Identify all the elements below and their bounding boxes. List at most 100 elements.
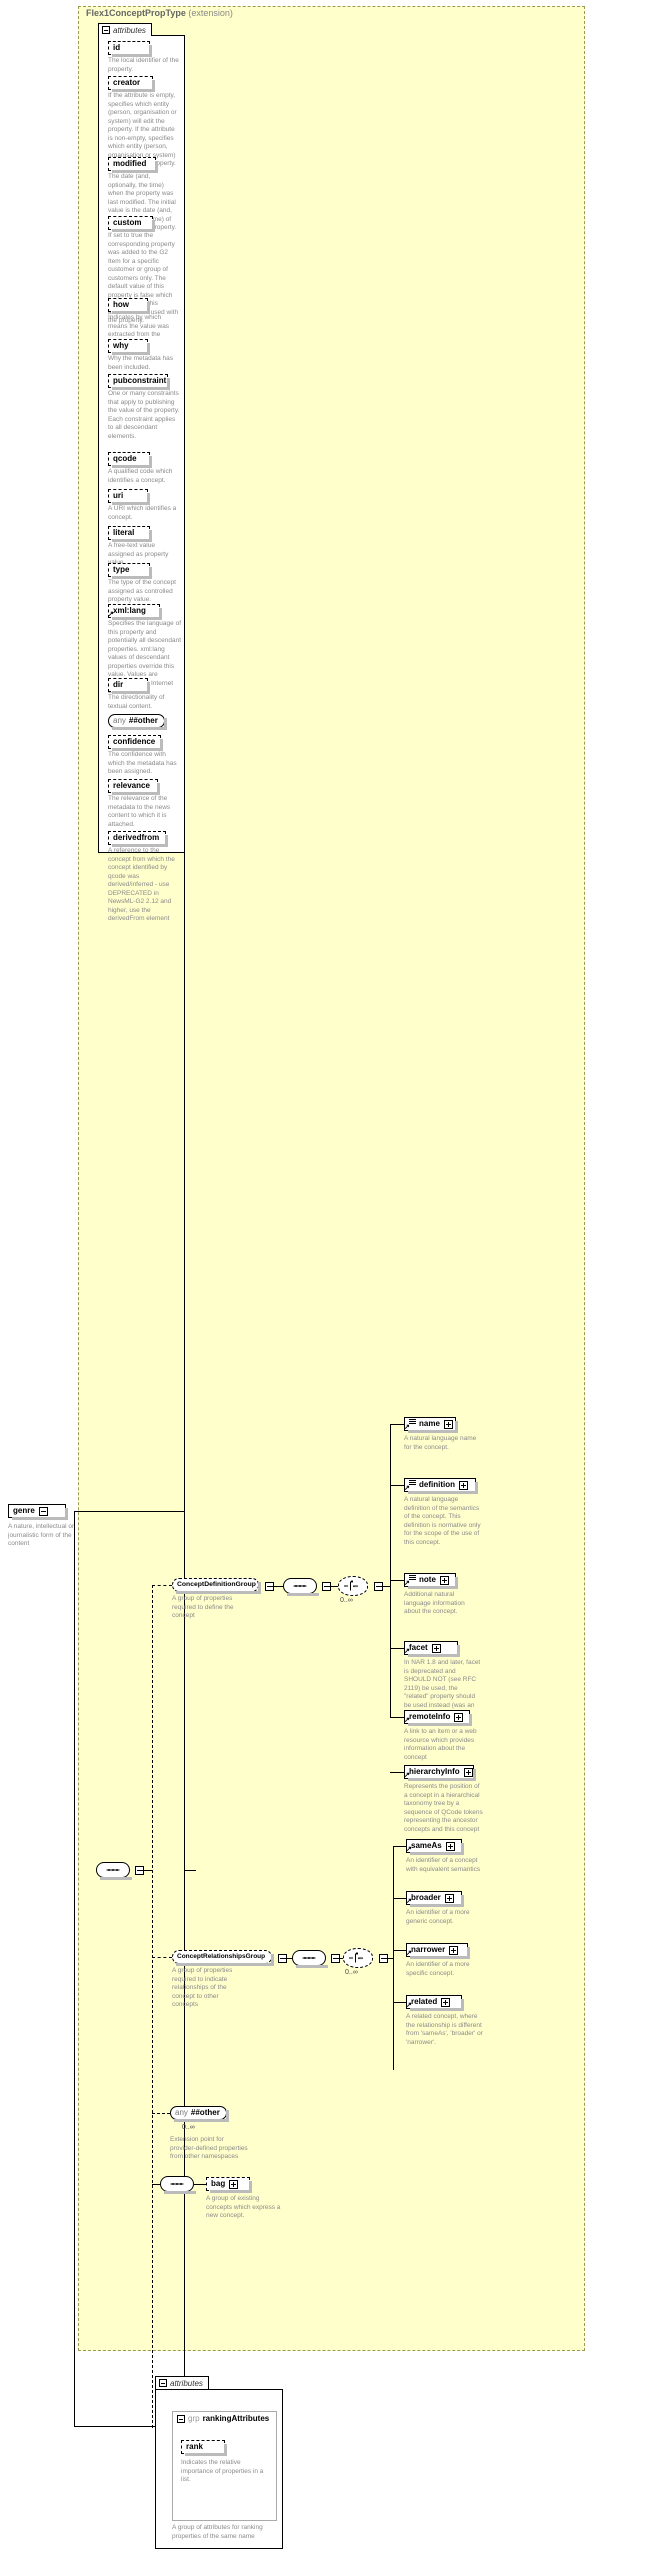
attribute-node-why[interactable]: why (108, 339, 150, 355)
ranking-attributes-tab-label: attributes (170, 2378, 203, 2388)
attribute-node-xml-lang[interactable]: ↗ xml:lang (108, 604, 162, 620)
sequence-compositor-root[interactable] (96, 1862, 132, 1880)
expand-toggle-note[interactable] (439, 1575, 449, 1585)
element-node-related[interactable]: ↗ related (406, 1995, 464, 2011)
element-node-facet[interactable]: ↗ facet (404, 1641, 460, 1657)
group-label: ConceptDefinitionGroup (177, 1580, 256, 1588)
attribute-node-how[interactable]: how (108, 298, 150, 314)
collapse-minus-icon[interactable] (159, 2379, 167, 2387)
element-node-remoteinfo[interactable]: ↗ remoteInfo (404, 1710, 472, 1726)
attribute-node-custom[interactable]: custom (108, 216, 155, 232)
connector-to-remoteinfo (390, 1717, 404, 1718)
element-desc-name: A natural language name for the concept. (404, 1435, 477, 1451)
attribute-label: id (113, 43, 121, 52)
attribute-desc-pubconstraint: One or many constraints that apply to pu… (108, 390, 180, 440)
attribute-node-id[interactable]: id (108, 41, 152, 57)
attribute-label: derivedfrom (113, 833, 160, 842)
attribute-node-creator[interactable]: creator (108, 76, 155, 92)
extension-type-suffix: (extension) (188, 8, 233, 18)
attribute-node-any-other[interactable]: any ##other (108, 714, 167, 730)
connector-genre-down (74, 1511, 75, 2427)
element-desc-related: A related concept, where the relationshi… (406, 2013, 483, 2046)
connector-to-facet (390, 1648, 404, 1649)
element-node-note[interactable]: ↗ note (404, 1573, 458, 1589)
element-icon (409, 1575, 417, 1585)
connector-to-definition (390, 1485, 404, 1486)
attribute-node-confidence[interactable]: confidence (108, 735, 163, 751)
connector-bag-sequence-to-node (194, 2184, 206, 2185)
element-node-name[interactable]: ↗ name (404, 1417, 458, 1433)
attribute-node-dir[interactable]: dir (108, 678, 150, 694)
connector-to-any-other-group (152, 2113, 170, 2114)
expand-toggle-definition[interactable] (459, 1480, 468, 1490)
expand-toggle-related[interactable] (441, 1997, 451, 2007)
attribute-label: uri (113, 491, 124, 500)
element-label: bag (211, 2179, 226, 2188)
attribute-node-pubconstraint[interactable]: pubconstraint (108, 374, 170, 390)
expand-toggle-facet[interactable] (431, 1643, 441, 1653)
collapse-minus-icon[interactable] (177, 2414, 185, 2423)
element-node-narrower[interactable]: ↗ narrower (406, 1943, 470, 1959)
sequence-compositor-bag[interactable] (160, 2176, 196, 2194)
connector-to-concept-definition-group (152, 1585, 172, 1586)
expand-toggle-broader[interactable] (444, 1893, 454, 1903)
sequence-compositor-relationships[interactable] (292, 1950, 328, 1968)
expand-toggle-name[interactable] (443, 1419, 453, 1429)
group-node-any-other[interactable]: any ##other (170, 2106, 229, 2122)
element-node-definition[interactable]: ↗ definition (404, 1478, 478, 1494)
expand-toggle-sameas[interactable] (445, 1841, 455, 1851)
ranking-group-desc: A group of attributes for ranking proper… (172, 2524, 263, 2540)
attribute-label: modified (113, 159, 147, 168)
sequence-compositor-definition[interactable] (283, 1578, 319, 1596)
element-label: narrower (411, 1945, 446, 1954)
expand-toggle-narrower[interactable] (449, 1945, 459, 1955)
attributes-compartment-tab[interactable]: attributes (98, 23, 152, 36)
attribute-node-derivedfrom[interactable]: derivedfrom (108, 831, 168, 847)
connector-to-sameas (393, 1846, 406, 1847)
attribute-node-qcode[interactable]: qcode (108, 452, 152, 468)
collapse-minus-icon[interactable] (102, 26, 110, 34)
element-node-bag[interactable]: bag (206, 2177, 252, 2193)
element-node-hierarchyinfo[interactable]: ↗ hierarchyInfo (404, 1765, 476, 1781)
root-element-genre[interactable]: genre (8, 1504, 68, 1520)
group-node-concept-relationships[interactable]: ConceptRelationshipsGroup (172, 1950, 274, 1966)
ranking-attributes-tab[interactable]: attributes (155, 2376, 209, 2389)
group-name: rankingAttributes (202, 2414, 270, 2423)
attribute-node-modified[interactable]: modified (108, 157, 158, 173)
connector-to-related (393, 2002, 406, 2003)
element-desc-note: Additional natural language information … (404, 1591, 465, 1615)
cardinality-relationships: 0..∞ (345, 1969, 358, 1976)
choice-compositor-relationships[interactable] (343, 1948, 373, 1968)
connector-to-broader (393, 1898, 406, 1899)
attribute-label: pubconstraint (113, 376, 167, 385)
cardinality-any-other: 0..∞ (182, 2124, 195, 2131)
attribute-node-uri[interactable]: uri (108, 489, 150, 505)
element-desc-broader: An identifier of a more generic concept. (406, 1909, 470, 1925)
element-label: note (419, 1575, 436, 1584)
element-label: sameAs (411, 1841, 442, 1850)
attribute-node-relevance[interactable]: relevance (108, 779, 160, 795)
element-desc-bag: A group of existing concepts which expre… (206, 2195, 281, 2219)
extension-type-name: Flex1ConceptPropType (86, 8, 186, 18)
connector-to-name (390, 1424, 404, 1425)
element-node-sameas[interactable]: ↗ sameAs (406, 1839, 464, 1855)
element-node-broader[interactable]: ↗ broader (406, 1891, 464, 1907)
schema-diagram: Flex1ConceptPropType (extension) attribu… (0, 0, 667, 2562)
expand-toggle-remoteinfo[interactable] (454, 1712, 464, 1722)
any-namespace-label: ##other (190, 2108, 220, 2117)
connector-type-to-sequence (184, 1870, 196, 1871)
cardinality-definition: 0..∞ (340, 1597, 353, 1604)
choice-compositor-definition[interactable] (338, 1576, 368, 1596)
attribute-node-literal[interactable]: literal (108, 526, 152, 542)
collapse-toggle-genre[interactable] (38, 1506, 48, 1516)
element-desc-remoteinfo: A link to an item or a web resource whic… (404, 1728, 477, 1761)
attribute-node-type[interactable]: type (108, 563, 152, 579)
ranking-group-header[interactable]: grp rankingAttributes (177, 2414, 269, 2423)
expand-toggle-bag[interactable] (229, 2179, 239, 2189)
attribute-node-rank[interactable]: rank (181, 2440, 227, 2456)
attribute-label: rank (186, 2442, 203, 2451)
expand-toggle-hierarchyinfo[interactable] (463, 1767, 473, 1777)
group-node-concept-definition[interactable]: ConceptDefinitionGroup (172, 1578, 261, 1594)
connector-to-note (390, 1580, 404, 1581)
attribute-desc-type: The type of the concept assigned as cont… (108, 579, 176, 603)
